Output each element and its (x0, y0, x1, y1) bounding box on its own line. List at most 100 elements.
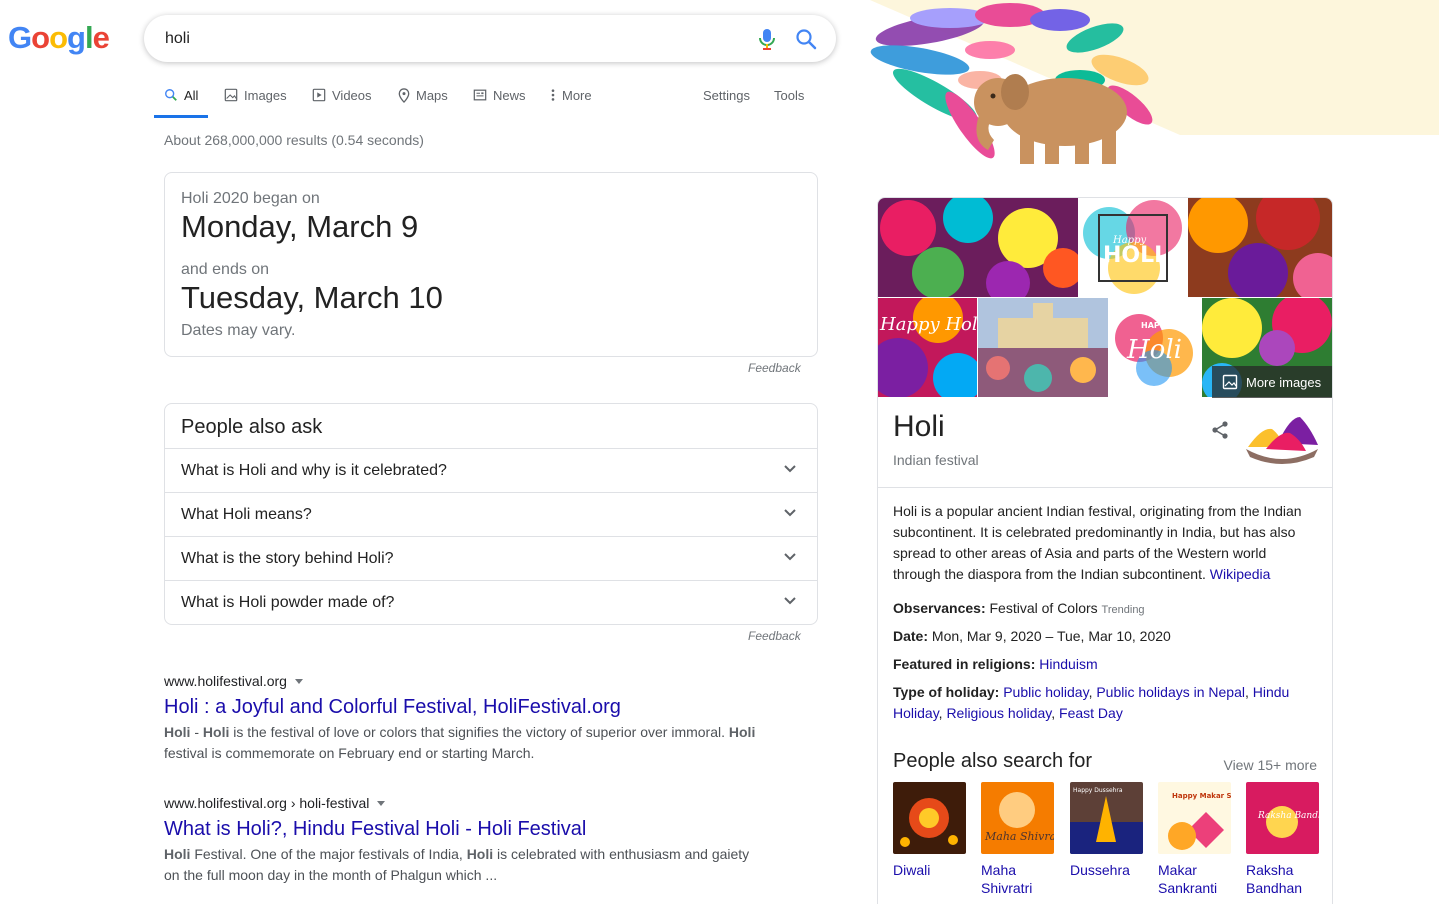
paa-question-text: What is the story behind Holi? (181, 550, 394, 567)
related-entity-dussehra[interactable]: Happy Dussehra Dussehra (1070, 782, 1143, 879)
search-result: www.holifestival.org › holi-festival Wha… (164, 795, 764, 886)
tools-link[interactable]: Tools (774, 80, 804, 118)
snippet-text: - (190, 724, 203, 740)
image-icon (1222, 374, 1238, 390)
more-images-button[interactable]: More images (1212, 366, 1332, 398)
fact-link[interactable]: Public holidays in Nepal (1096, 684, 1245, 700)
fact-value: Mon, Mar 9, 2020 – Tue, Mar 10, 2020 (931, 628, 1171, 644)
thumb-text: Maha Shivratri (984, 830, 1054, 843)
ends-label: and ends on (181, 261, 270, 278)
tab-news[interactable]: News (473, 80, 526, 118)
view-more-link[interactable]: View 15+ more (1223, 757, 1317, 773)
dates-note: Dates may vary. (181, 322, 296, 339)
news-icon (473, 89, 487, 101)
paa-question-text: What is Holi powder made of? (181, 594, 395, 611)
tab-all[interactable]: All (154, 80, 209, 118)
makar-sankranti-thumbnail: Happy Makar Sankranti (1158, 782, 1265, 854)
happy-holi-splash-thumbnail[interactable]: HAPPY Holi (1109, 298, 1201, 397)
paa-title: People also ask (181, 416, 323, 438)
thumb-text: HOLI (1103, 243, 1162, 268)
wikipedia-link[interactable]: Wikipedia (1210, 566, 1271, 582)
temple-crowd-thumbnail[interactable] (978, 298, 1108, 397)
result-cite[interactable]: www.holifestival.org (164, 673, 764, 689)
dropdown-arrow-icon[interactable] (377, 800, 386, 806)
fact-link[interactable]: Feast Day (1059, 705, 1123, 721)
paa-question[interactable]: What is Holi powder made of? (165, 580, 817, 624)
search-input[interactable] (165, 27, 725, 51)
result-stats: About 268,000,000 results (0.54 seconds) (164, 132, 424, 148)
share-icon[interactable] (1210, 420, 1230, 440)
holiday-date-card: Holi 2020 began on Monday, March 9 and e… (164, 172, 818, 357)
fact-religions: Featured in religions: Hinduism (893, 654, 1313, 675)
result-title-link[interactable]: What is Holi?, Hindu Festival Holi - Hol… (164, 816, 764, 842)
image-icon (224, 88, 238, 102)
result-title-link[interactable]: Holi : a Joyful and Colorful Festival, H… (164, 694, 764, 720)
chevron-down-icon (784, 509, 796, 517)
fact-link[interactable]: Religious holiday (946, 705, 1051, 721)
related-entity-diwali[interactable]: Diwali (893, 782, 966, 879)
fact-link[interactable]: Hinduism (1039, 656, 1097, 672)
search-box (144, 15, 836, 62)
paa-question[interactable]: What Holi means? (165, 492, 817, 536)
fact-value: Festival of Colors (989, 600, 1098, 616)
google-logo[interactable]: Google (8, 20, 110, 56)
fact-observances: Observances: Festival of Colors Trending (893, 598, 1313, 621)
dropdown-arrow-icon[interactable] (294, 678, 303, 684)
related-entity-makar-sankranti[interactable]: Happy Makar Sankranti Makar Sankranti (1158, 782, 1265, 897)
holi-doodle-image[interactable] (850, 0, 1439, 170)
tab-maps[interactable]: Maps (398, 80, 448, 118)
fact-label: Featured in religions: (893, 656, 1036, 672)
snippet-text: is the festival of love or colors that s… (229, 724, 729, 740)
kp-description: Holi is a popular ancient Indian festiva… (893, 501, 1313, 585)
fact-date: Date: Mon, Mar 9, 2020 – Tue, Mar 10, 20… (893, 626, 1313, 647)
paa-question[interactable]: What is Holi and why is it celebrated? (165, 448, 817, 492)
tab-more[interactable]: More (550, 80, 592, 118)
feedback-link[interactable]: Feedback (748, 361, 801, 375)
tab-label: More (562, 88, 592, 103)
fact-label: Date: (893, 628, 929, 644)
holi-photo-thumbnail[interactable] (878, 198, 1078, 297)
people-also-search-title: People also search for (893, 750, 1093, 772)
divider (878, 487, 1332, 488)
snippet-bold: Holi (164, 724, 191, 740)
paa-question-text: What is Holi and why is it celebrated? (181, 462, 447, 479)
happy-holi-thumbnail[interactable]: Happy Holi (878, 298, 977, 397)
cite-url: www.holifestival.org (164, 673, 287, 689)
search-result: www.holifestival.org Holi : a Joyful and… (164, 673, 764, 764)
chevron-down-icon (784, 553, 796, 561)
snippet-text: festival is commemorate on February end … (164, 745, 535, 761)
tab-label: Videos (332, 88, 372, 103)
result-cite[interactable]: www.holifestival.org › holi-festival (164, 795, 764, 811)
thumb-text: Holi (1126, 335, 1182, 365)
logo-letter: e (92, 20, 110, 55)
thumb-text: HAPPY (1141, 321, 1172, 330)
diwali-thumbnail (893, 782, 966, 854)
settings-link[interactable]: Settings (703, 80, 750, 118)
logo-letter: o (31, 20, 50, 55)
related-entity-label: Dussehra (1070, 862, 1130, 878)
tab-videos[interactable]: Videos (312, 80, 372, 118)
related-entity-raksha-bandhan[interactable]: Raksha Bandhan Raksha Bandhan (1246, 782, 1332, 897)
search-icon[interactable] (794, 27, 818, 51)
began-label: Holi 2020 began on (181, 190, 320, 207)
paa-question[interactable]: What is the story behind Holi? (165, 536, 817, 580)
feedback-link[interactable]: Feedback (748, 629, 801, 643)
holi-card-thumbnail[interactable]: Happy HOLI (1079, 198, 1187, 297)
related-entity-maha-shivratri[interactable]: Maha Shivratri Maha Shivratri (981, 782, 1069, 897)
result-snippet: Holi - Holi is the festival of love or c… (164, 722, 764, 764)
tab-images[interactable]: Images (224, 80, 287, 118)
cite-url: www.holifestival.org › holi-festival (164, 795, 370, 811)
tab-label: All (184, 88, 199, 103)
more-vert-icon (551, 89, 555, 101)
microphone-icon[interactable] (756, 27, 778, 51)
related-entity-label: Makar Sankranti (1158, 862, 1218, 896)
snippet-bold: Holi (728, 724, 756, 740)
holi-crowd-thumbnail[interactable] (1188, 198, 1333, 297)
logo-letter: g (67, 20, 86, 55)
tab-label: Maps (416, 88, 448, 103)
knowledge-panel: Happy HOLI Happy Holi HAPPY Holi More im… (877, 197, 1333, 904)
ends-date: Tuesday, March 10 (181, 280, 443, 315)
fact-label: Observances: (893, 600, 986, 616)
snippet-bold: Holi (202, 724, 230, 740)
fact-link[interactable]: Public holiday (1003, 684, 1088, 700)
